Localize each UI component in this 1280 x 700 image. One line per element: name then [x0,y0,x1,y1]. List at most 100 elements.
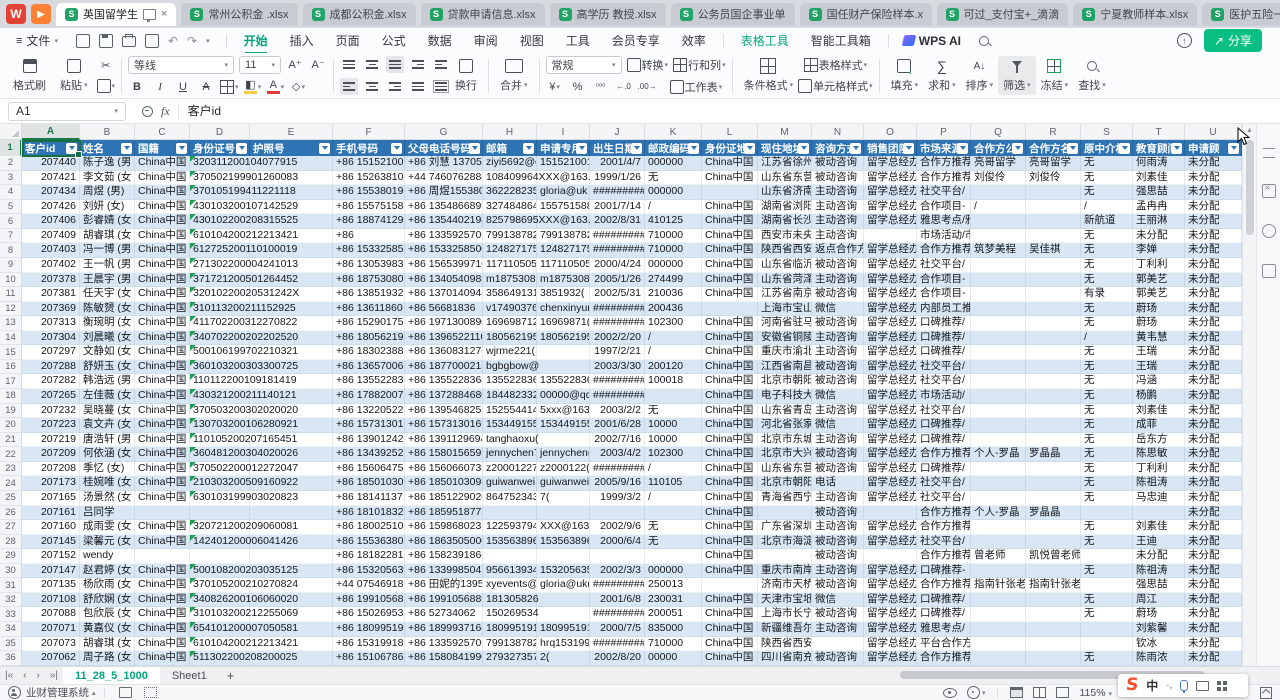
cell[interactable]: 207145 [22,535,80,550]
fill-color-button[interactable]: ◧▾ [244,78,262,95]
cell[interactable]: +86 15319918 [333,637,405,652]
cell[interactable]: 桂婉唯 (女 [80,476,135,491]
cell[interactable]: ######### [590,185,645,200]
cell[interactable]: 250013 [645,578,702,593]
cell[interactable]: z20001227 [483,462,537,477]
row-header-28[interactable]: 28 [0,535,21,550]
sheet-tab-active[interactable]: 11_28_5_1000 [63,667,160,684]
cell[interactable] [537,607,590,622]
cell[interactable]: 2002/8/31 [590,214,645,229]
cell[interactable]: 口碑推荐- [917,564,971,579]
cell[interactable]: 2( [537,651,590,666]
view-fullscreen-icon[interactable] [1056,687,1069,698]
row-header-11[interactable]: 11 [0,287,21,302]
cell[interactable]: +86 1335925706 [405,229,483,244]
cell[interactable] [537,506,590,521]
cell[interactable]: 未分配 [1185,345,1242,360]
row-header-17[interactable]: 17 [0,374,21,389]
cell[interactable]: 社交平台/ [917,491,971,506]
cell[interactable]: +86 13901242 [333,433,405,448]
cell[interactable]: 2001/4/7 [590,156,645,171]
cell[interactable]: 周江 [1133,593,1185,608]
header-cell[interactable]: 合作方公 [971,140,1026,156]
cell[interactable]: 王瑞 [1133,345,1185,360]
cell[interactable]: / [1081,200,1133,215]
cell[interactable] [1026,185,1081,200]
filter-dropdown-icon[interactable] [688,143,699,154]
cell[interactable]: chenxinyur [537,302,590,317]
align-left-button[interactable] [340,78,358,95]
cell[interactable]: China中国 [135,578,190,593]
cell[interactable]: +86 18141137 [333,491,405,506]
search-icon[interactable] [979,36,989,46]
cell[interactable]: 310103200212255069 [190,607,250,622]
cell[interactable]: 吴佳祺 [1026,243,1081,258]
sogou-logo[interactable]: S [1125,677,1139,694]
zoom-level[interactable]: 115% ▾ [1079,687,1112,699]
document-tab[interactable]: S成都公积金.xlsx [303,3,416,26]
cell[interactable]: 无 [1081,593,1133,608]
cell[interactable]: China中国 [702,637,758,652]
cell[interactable]: 主动咨询 [812,345,864,360]
cell[interactable]: +86 13611860 [333,302,405,317]
cell[interactable]: m1875308 [537,273,590,288]
row-header-10[interactable]: 10 [0,273,21,288]
number-format-select[interactable]: 常规▾ [546,56,622,74]
column-header-K[interactable]: K [645,124,702,140]
cell[interactable]: 370502200012272047 [190,462,250,477]
system-label[interactable]: 业财管理系统 [26,685,89,700]
cell[interactable] [971,287,1026,302]
align-middle-button[interactable] [363,56,381,73]
cell[interactable]: 102300 [645,447,702,462]
cell[interactable]: +86 1863505000 [405,535,483,550]
filter-dropdown-icon[interactable] [319,143,330,154]
cell[interactable]: 唐浩轩 (男 [80,433,135,448]
cell[interactable]: 5xxx@163.c( [537,404,590,419]
cell[interactable] [1026,287,1081,302]
cell[interactable]: 陈祖涛 [1133,476,1185,491]
cell[interactable]: +86 1851229020 [405,491,483,506]
document-tab[interactable]: S贷款申请信息.xlsx [421,3,545,26]
cell[interactable]: +86 56681836 [405,302,483,317]
cell[interactable]: 有录 [1081,287,1133,302]
eraser-button[interactable]: ◇▾ [290,78,308,95]
cell[interactable]: 207135 [22,578,80,593]
cell[interactable]: 511302200208200025 [190,651,250,666]
cell[interactable]: 市场活动/市 [917,229,971,244]
column-header-C[interactable]: C [135,124,190,140]
cell[interactable]: 无 [1081,520,1133,535]
cell[interactable] [971,229,1026,244]
column-header-U[interactable]: U [1185,124,1242,140]
cell[interactable] [537,593,590,608]
sync-icon[interactable] [1262,224,1276,238]
selection-mode-button[interactable]: ▾ [967,686,986,699]
cell[interactable]: 被动咨询 [812,374,864,389]
filter-dropdown-icon[interactable] [236,143,247,154]
cell[interactable]: 未分配 [1185,506,1242,521]
cell[interactable]: 被动咨询 [812,578,864,593]
cell[interactable] [1026,564,1081,579]
cell[interactable]: China中国 [702,316,758,331]
cell[interactable]: China中国 [702,651,758,666]
cell[interactable]: China中国 [702,360,758,375]
cell[interactable]: 亮哥留学 [971,156,1026,171]
cell[interactable]: jennychen7 [483,447,537,462]
cell[interactable] [971,564,1026,579]
cell[interactable]: +86 1370140948 [405,287,483,302]
cell[interactable] [971,360,1026,375]
cell[interactable] [971,345,1026,360]
cell[interactable]: 合作方推荐 [917,171,971,186]
cell[interactable]: +86 13439252 [333,447,405,462]
cell[interactable]: ######### [590,316,645,331]
cell[interactable]: 207369 [22,302,80,317]
cell[interactable]: +86 1391129694 [405,433,483,448]
cell[interactable]: +86 15575158 [333,200,405,215]
cell[interactable]: 主动咨询 [812,433,864,448]
cell[interactable]: 山东省菏泽 [758,273,812,288]
cell[interactable]: 271302200004241013 [190,258,250,273]
cell[interactable]: +86 1580156591 [405,447,483,462]
cell[interactable]: 电子科技大 [758,389,812,404]
filter-dropdown-icon[interactable] [631,143,642,154]
cell[interactable]: +86 18101832 [333,506,405,521]
filter-dropdown-icon[interactable] [176,143,187,154]
